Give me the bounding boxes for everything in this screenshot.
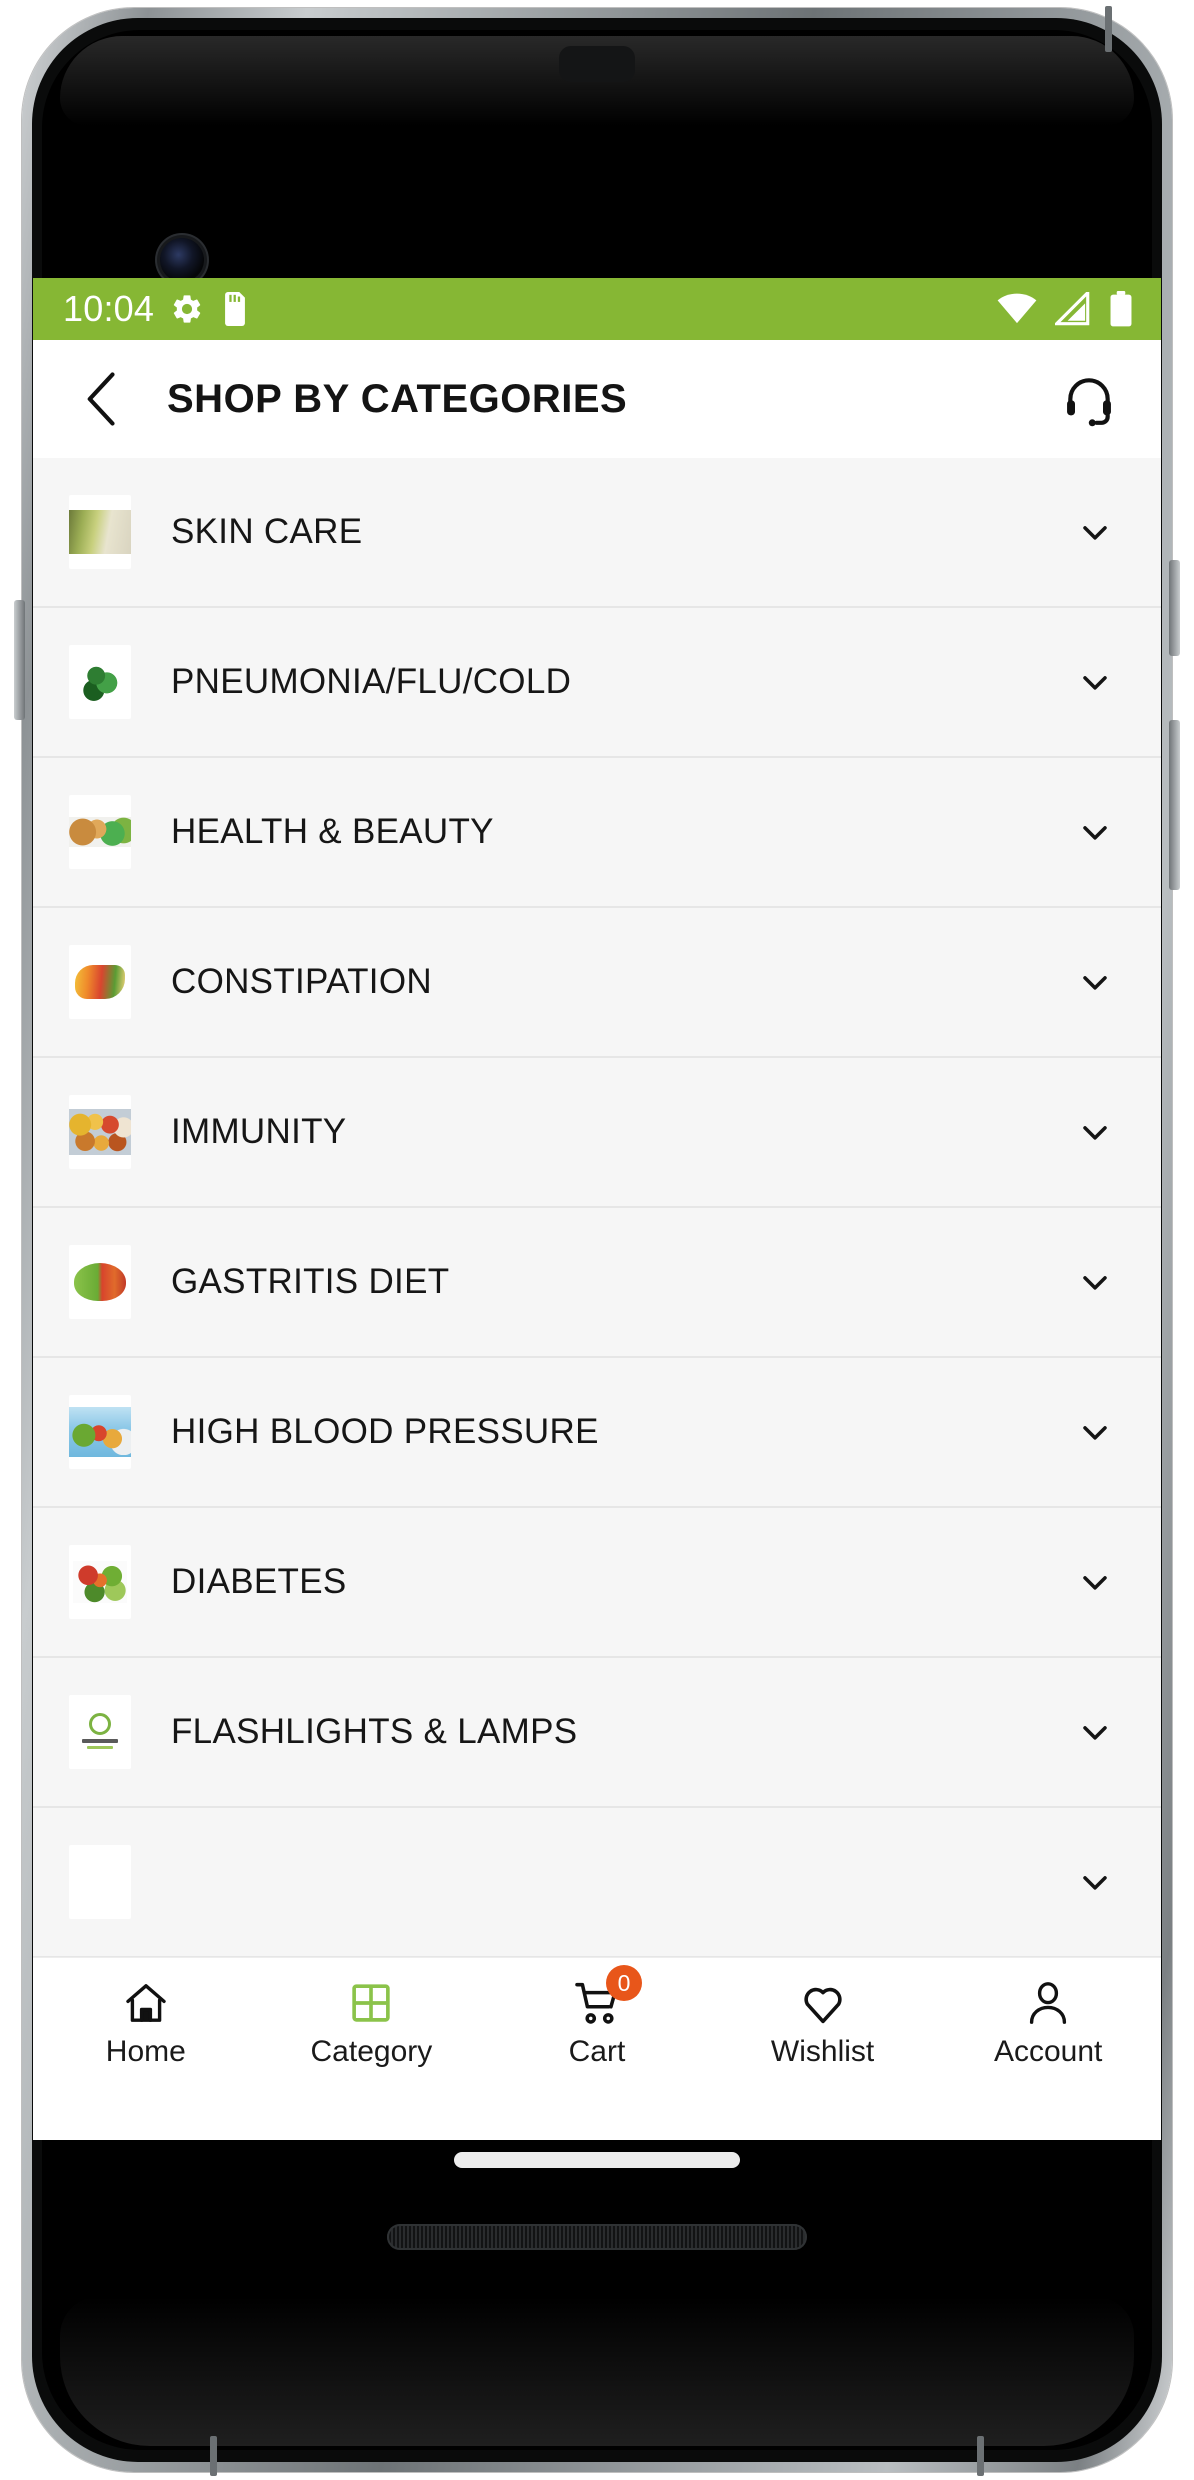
nav-label: Wishlist [770,2035,875,2068]
chevron-down-icon[interactable] [1075,1412,1115,1452]
chevron-down-icon[interactable] [1075,662,1115,702]
diabetes-thumb [69,1545,131,1619]
category-row[interactable]: IMMUNITY [33,1058,1161,1208]
chevron-down-icon[interactable] [1075,1112,1115,1152]
constipation-thumb [69,945,131,1019]
gear-icon [170,292,204,326]
nav-label: Category [310,2035,433,2068]
nav-label: Home [105,2035,186,2068]
pneumonia-flu-cold-thumb [69,645,131,719]
partial-thumb [69,1845,131,1919]
screenshot-stage: 10:04 SHOP BY CATEGORIES SKIN CARE PNEUM… [0,0,1194,2480]
heart-icon [794,1977,852,2029]
status-bar: 10:04 [33,278,1161,340]
sd-card-icon [220,292,250,326]
chevron-down-icon[interactable] [1075,812,1115,852]
side-button[interactable] [1169,720,1180,890]
chevron-down-icon[interactable] [1075,962,1115,1002]
front-camera-icon [160,238,204,282]
category-label: FLASHLIGHTS & LAMPS [171,1712,578,1751]
high-blood-pressure-thumb [69,1395,131,1469]
chevron-left-icon [80,371,124,427]
skin-care-thumb [69,495,131,569]
wifi-icon [997,292,1037,326]
nav-item-category[interactable]: Category [259,1958,485,2080]
cellular-signal-icon [1055,292,1091,326]
category-row[interactable]: SKIN CARE [33,458,1161,608]
back-button[interactable] [71,368,133,430]
category-row[interactable]: CONSTIPATION [33,908,1161,1058]
home-icon [117,1977,175,2029]
chevron-down-icon[interactable] [1075,1712,1115,1752]
category-label: PNEUMONIA/FLU/COLD [171,662,572,701]
home-indicator[interactable] [454,2152,740,2168]
cart-badge: 0 [605,1965,642,2001]
category-label: HIGH BLOOD PRESSURE [171,1412,599,1451]
category-row[interactable]: PNEUMONIA/FLU/COLD [33,608,1161,758]
status-bar-right-icons [997,291,1133,327]
page-title: SHOP BY CATEGORIES [167,376,628,421]
category-row-partial[interactable] [33,1808,1161,1957]
category-row[interactable]: DIABETES [33,1508,1161,1658]
frame-antenna-seam-bottom-right [977,2436,984,2476]
category-label: CONSTIPATION [171,962,432,1001]
app-bar: SHOP BY CATEGORIES [33,340,1161,458]
category-label: SKIN CARE [171,512,363,551]
nav-item-wishlist[interactable]: Wishlist [710,1958,936,2080]
nav-item-cart[interactable]: 0 Cart [484,1958,710,2080]
category-label: GASTRITIS DIET [171,1262,450,1301]
chevron-down-icon[interactable] [1075,1262,1115,1302]
frame-antenna-seam-bottom-left [210,2436,217,2476]
battery-icon [1109,291,1133,327]
category-row[interactable]: FLASHLIGHTS & LAMPS [33,1658,1161,1808]
immunity-thumb [69,1095,131,1169]
category-label: IMMUNITY [171,1112,347,1151]
person-icon [1019,1977,1077,2029]
status-bar-clock: 10:04 [63,288,155,329]
headset-icon [1061,371,1117,427]
grid-icon [342,1977,400,2029]
chevron-down-icon[interactable] [1075,1562,1115,1602]
bottom-speaker-grille [387,2224,807,2250]
support-button[interactable] [1057,367,1121,431]
nav-label: Cart [568,2035,626,2068]
category-row[interactable]: GASTRITIS DIET [33,1208,1161,1358]
volume-button[interactable] [14,600,25,720]
status-bar-left-icons [170,292,250,326]
notch-tab [559,46,635,82]
category-row[interactable]: HIGH BLOOD PRESSURE [33,1358,1161,1508]
chevron-down-icon[interactable] [1075,1862,1115,1902]
app-viewport: 10:04 SHOP BY CATEGORIES SKIN CARE PNEUM… [33,278,1161,2140]
gastritis-diet-thumb [69,1245,131,1319]
category-list[interactable]: SKIN CARE PNEUMONIA/FLU/COLD HEALTH & BE… [33,458,1161,1957]
bottom-navigation-bar: Home Category 0 Cart Wishlist Account [33,1957,1161,2080]
category-label: DIABETES [171,1562,347,1601]
nav-label: Account [993,2035,1103,2068]
frame-antenna-seam [1105,6,1112,52]
category-row[interactable]: HEALTH & BEAUTY [33,758,1161,908]
category-label: HEALTH & BEAUTY [171,812,494,851]
nav-item-home[interactable]: Home [33,1958,259,2080]
flashlights-lamps-thumb [69,1695,131,1769]
cart-icon: 0 [568,1965,642,2029]
chevron-down-icon[interactable] [1075,512,1115,552]
power-button[interactable] [1169,560,1180,656]
nav-item-account[interactable]: Account [935,1958,1161,2080]
health-beauty-thumb [69,795,131,869]
